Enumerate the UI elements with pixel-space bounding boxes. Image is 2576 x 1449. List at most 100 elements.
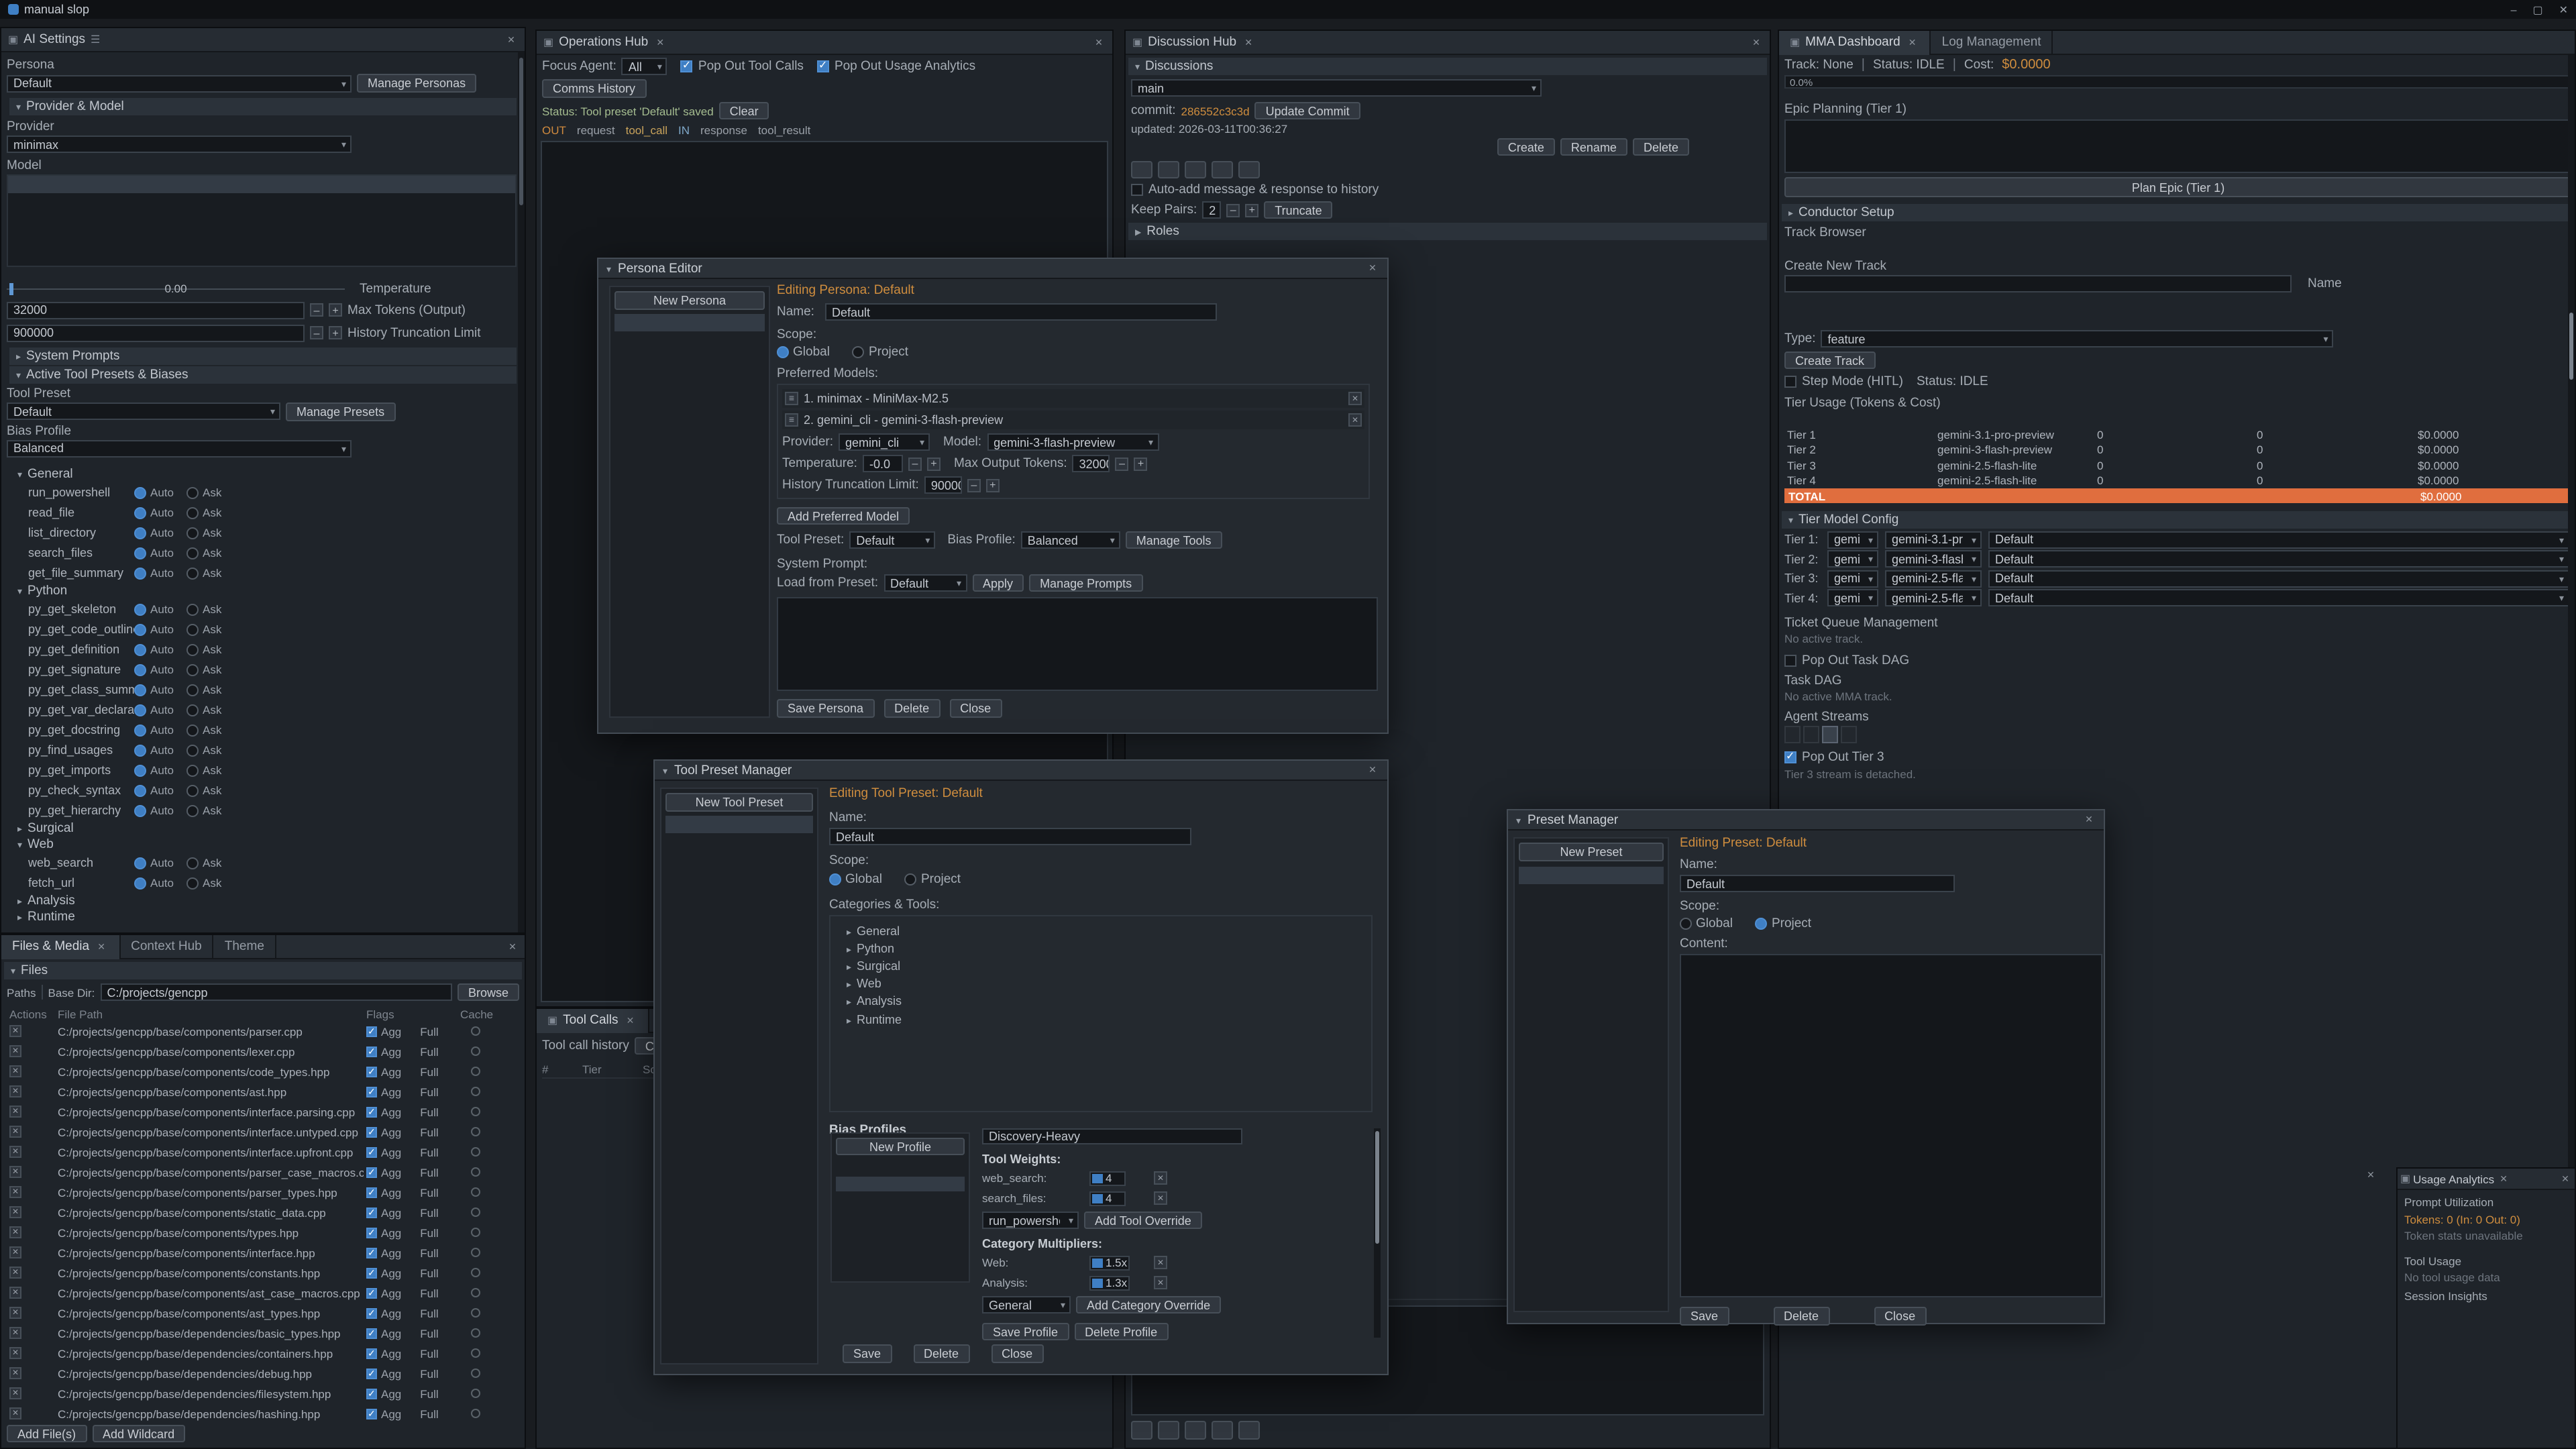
remove-weight-icon[interactable]: [1154, 1171, 1167, 1185]
remove-file-button[interactable]: [9, 1327, 21, 1339]
agg-checkbox[interactable]: [366, 1328, 377, 1338]
delete-discussion-button[interactable]: Delete: [1633, 138, 1689, 156]
browse-button[interactable]: Browse: [458, 983, 519, 1001]
close-panel-icon[interactable]: [2364, 1170, 2377, 1181]
step-mode-checkbox[interactable]: [1784, 376, 1796, 388]
preset-list-item[interactable]: [1519, 867, 1664, 885]
decrement-icon[interactable]: [1226, 203, 1240, 217]
remove-file-button[interactable]: [9, 1246, 21, 1258]
delete-button[interactable]: Delete: [1773, 1307, 1829, 1326]
ask-radio[interactable]: [186, 644, 199, 656]
close-dialog-icon[interactable]: [2082, 814, 2096, 825]
auto-radio[interactable]: [134, 527, 146, 539]
remove-file-button[interactable]: [9, 1307, 21, 1319]
ask-radio[interactable]: [186, 664, 199, 676]
tool-preset-select[interactable]: Default: [7, 403, 280, 421]
tier-model-select[interactable]: gemini-2.5-flash: [1885, 570, 1982, 587]
remove-multiplier-icon[interactable]: [1154, 1276, 1167, 1289]
tool-preset-list-item[interactable]: [665, 816, 813, 834]
pop-out-usage-checkbox[interactable]: [817, 60, 829, 72]
bias-profile-select[interactable]: Balanced: [7, 440, 352, 458]
tool-weight-input[interactable]: 4: [1089, 1171, 1126, 1185]
close-dialog-icon[interactable]: [1366, 263, 1379, 274]
agg-checkbox[interactable]: [366, 1167, 377, 1177]
group-surgical[interactable]: Surgical: [17, 821, 519, 837]
maximize-icon[interactable]: ▢: [2532, 3, 2542, 15]
create-discussion-button[interactable]: Create: [1497, 138, 1555, 156]
remove-file-button[interactable]: [9, 1106, 21, 1118]
entry-action-button[interactable]: [1238, 161, 1260, 178]
remove-file-button[interactable]: [9, 1166, 21, 1178]
full-label[interactable]: Full: [420, 1105, 438, 1118]
composer-action-button[interactable]: [1185, 1421, 1206, 1440]
tab-files-media[interactable]: Files & Media: [1, 934, 120, 959]
ask-radio[interactable]: [186, 805, 199, 817]
composer-action-button[interactable]: [1158, 1421, 1179, 1440]
manage-personas-button[interactable]: Manage Personas: [357, 74, 476, 93]
ask-radio[interactable]: [186, 568, 199, 580]
remove-file-button[interactable]: [9, 1347, 21, 1359]
tier-provider-select[interactable]: gemini: [1827, 531, 1878, 548]
preset-content-input[interactable]: [1680, 954, 2102, 1297]
epic-planning-input[interactable]: [1784, 119, 2569, 173]
increment-icon[interactable]: [1245, 203, 1258, 217]
truncate-button[interactable]: Truncate: [1264, 201, 1332, 219]
close-tab-icon[interactable]: [653, 37, 667, 48]
close-tab-icon[interactable]: [1906, 37, 1919, 48]
group-analysis[interactable]: Analysis: [17, 894, 519, 910]
tier-provider-select[interactable]: gemini: [1827, 550, 1878, 568]
auto-radio[interactable]: [134, 568, 146, 580]
full-label[interactable]: Full: [420, 1286, 438, 1299]
full-label[interactable]: Full: [420, 1306, 438, 1320]
tab-mma-dashboard[interactable]: MMA Dashboard: [1779, 30, 1931, 54]
close-button[interactable]: Close: [949, 699, 1002, 718]
remove-file-button[interactable]: [9, 1367, 21, 1379]
agg-checkbox[interactable]: [366, 1086, 377, 1097]
reorder-handle-icon[interactable]: [785, 413, 798, 427]
ask-radio[interactable]: [186, 704, 199, 716]
tier-model-select[interactable]: gemini-3-flash-p: [1885, 550, 1982, 568]
load-from-preset-select[interactable]: Default: [883, 574, 967, 592]
cache-indicator-icon[interactable]: [471, 1368, 480, 1378]
ask-radio[interactable]: [186, 785, 199, 797]
model-option[interactable]: [8, 229, 515, 248]
category-tree-item[interactable]: Python: [830, 939, 1371, 957]
agg-checkbox[interactable]: [366, 1026, 377, 1036]
agg-checkbox[interactable]: [366, 1368, 377, 1379]
remove-file-button[interactable]: [9, 1146, 21, 1158]
agg-checkbox[interactable]: [366, 1408, 377, 1419]
save-button[interactable]: Save: [1680, 1307, 1729, 1326]
close-panel-icon[interactable]: [506, 941, 519, 952]
tab-log-management[interactable]: Log Management: [1931, 30, 2053, 54]
remove-file-button[interactable]: [9, 1126, 21, 1138]
new-preset-button[interactable]: New Preset: [1519, 843, 1664, 861]
ask-radio[interactable]: [186, 765, 199, 777]
agg-checkbox[interactable]: [366, 1247, 377, 1258]
remove-weight-icon[interactable]: [1154, 1191, 1167, 1205]
cache-indicator-icon[interactable]: [471, 1127, 480, 1136]
agg-checkbox[interactable]: [366, 1227, 377, 1238]
agg-checkbox[interactable]: [366, 1388, 377, 1399]
auto-radio[interactable]: [134, 785, 146, 797]
cache-indicator-icon[interactable]: [471, 1248, 480, 1257]
stream-tab[interactable]: [1803, 726, 1819, 743]
auto-radio[interactable]: [134, 684, 146, 696]
rename-discussion-button[interactable]: Rename: [1560, 138, 1627, 156]
decrement-icon[interactable]: [908, 457, 922, 470]
new-profile-button[interactable]: New Profile: [836, 1138, 965, 1155]
legend-request[interactable]: request: [577, 123, 615, 137]
cache-indicator-icon[interactable]: [471, 1087, 480, 1096]
ask-radio[interactable]: [186, 507, 199, 519]
full-label[interactable]: Full: [420, 1125, 438, 1138]
scope-global-radio[interactable]: [777, 346, 789, 358]
save-profile-button[interactable]: Save Profile: [982, 1323, 1069, 1340]
cache-indicator-icon[interactable]: [471, 1389, 480, 1398]
tier-preset-select[interactable]: Default: [1988, 589, 2569, 606]
group-runtime[interactable]: Runtime: [17, 910, 519, 926]
system-prompt-input[interactable]: [777, 597, 1378, 691]
pop-out-tool-calls-checkbox[interactable]: [681, 60, 693, 72]
full-label[interactable]: Full: [420, 1205, 438, 1219]
category-multiplier-input[interactable]: 1.3x: [1089, 1275, 1130, 1290]
model-select[interactable]: gemini-3-flash-preview: [987, 433, 1159, 451]
tier-provider-select[interactable]: gemini: [1827, 589, 1878, 606]
